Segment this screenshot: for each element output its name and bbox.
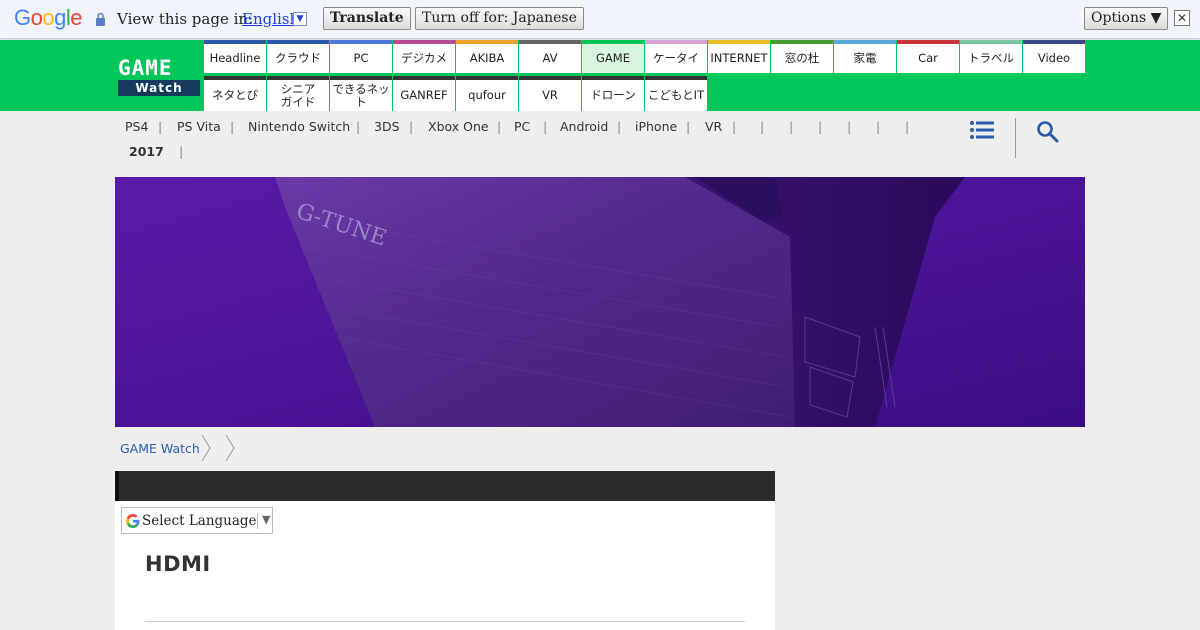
google-logo-letter: G — [14, 5, 31, 30]
site-nav: Headline クラウド PC デジカメ AKIBA AV GAME ケータイ INTERNE… — [204, 40, 1085, 111]
separator: | — [356, 119, 361, 134]
nav-item[interactable]: Video — [1023, 40, 1085, 73]
google-logo-letter: g — [54, 5, 66, 30]
nav-item[interactable]: ケータイ — [645, 40, 707, 73]
game-watch-logo[interactable]: GAME Watch — [118, 56, 200, 96]
nav-item[interactable]: ネタとぴ — [204, 76, 266, 111]
nav-item[interactable]: クラウド — [267, 40, 329, 73]
translate-bar: Google View this page in: English ▼ Tran… — [0, 0, 1200, 39]
breadcrumb-home[interactable]: GAME Watch — [120, 441, 200, 456]
translate-button[interactable]: Translate — [323, 7, 411, 30]
nav-item[interactable]: ドローン — [582, 76, 644, 111]
nav-item[interactable]: 家電 — [834, 40, 896, 73]
nav-item[interactable]: GAME — [582, 40, 644, 73]
category-link[interactable]: PC — [514, 119, 530, 134]
logo-bottom-text: Watch — [118, 80, 200, 96]
close-icon[interactable]: ✕ — [1174, 10, 1190, 26]
category-link[interactable]: Nintendo Switch — [248, 119, 350, 134]
options-button[interactable]: Options ▼ — [1084, 7, 1169, 30]
gaming-pc-image: G-TUNE — [115, 177, 1085, 427]
nav-item[interactable]: デジカメ — [393, 40, 455, 73]
article-title: HDMI — [145, 552, 211, 576]
google-logo-letter: o — [30, 5, 43, 30]
article-divider — [145, 621, 745, 622]
separator: | — [497, 119, 502, 134]
nav-item[interactable]: 窓の杜 — [771, 40, 833, 73]
turn-off-button[interactable]: Turn off for: Japanese — [415, 7, 584, 30]
nav-item[interactable]: AKIBA — [456, 40, 518, 73]
dropdown-arrow-icon: ▼ — [262, 513, 271, 526]
separator: | — [818, 119, 823, 134]
nav-item[interactable]: INTERNET — [708, 40, 770, 73]
year-link[interactable]: 2017 — [129, 144, 164, 159]
google-g-icon — [126, 514, 140, 528]
translate-prompt: View this page in: — [117, 10, 254, 28]
category-link[interactable]: PS Vita — [177, 119, 221, 134]
list-icon[interactable] — [970, 120, 994, 140]
category-link[interactable]: 3DS — [374, 119, 400, 134]
nav-item[interactable]: PC — [330, 40, 392, 73]
separator: | — [732, 119, 737, 134]
category-link[interactable]: VR — [705, 119, 722, 134]
google-logo: Google — [14, 5, 83, 31]
language-select-label: Select Language — [142, 513, 257, 529]
article-header-bar — [115, 471, 775, 501]
category-link[interactable]: PS4 — [125, 119, 148, 134]
separator: | — [543, 119, 548, 134]
search-icon[interactable] — [1036, 120, 1060, 144]
category-link[interactable]: Xbox One — [428, 119, 489, 134]
separator: | — [847, 119, 852, 134]
separator: | — [876, 119, 881, 134]
nav-item[interactable]: Car — [897, 40, 959, 73]
category-link[interactable]: Android — [560, 119, 608, 134]
category-link[interactable]: iPhone — [635, 119, 677, 134]
separator: | — [230, 119, 235, 134]
divider — [1015, 118, 1016, 158]
language-link[interactable]: English — [242, 10, 299, 28]
nav-item[interactable]: トラベル — [960, 40, 1022, 73]
nav-item[interactable]: シニア ガイド — [267, 76, 329, 111]
chevron-right-icon — [201, 434, 211, 462]
lock-icon — [96, 12, 105, 26]
language-dropdown-icon[interactable]: ▼ — [293, 12, 307, 26]
nav-item[interactable]: こどもとIT — [645, 76, 707, 111]
google-logo-letter: e — [70, 5, 83, 30]
separator: | — [158, 119, 163, 134]
separator: | — [905, 119, 910, 134]
logo-top-text: GAME — [118, 56, 200, 80]
separator: | — [617, 119, 622, 134]
chevron-right-icon — [225, 434, 235, 462]
separator: | — [409, 119, 414, 134]
nav-item[interactable]: できるネット — [330, 76, 392, 111]
hero-banner[interactable]: G-TUNE — [115, 177, 1085, 427]
select-divider — [257, 513, 258, 529]
language-select[interactable]: Select Language ▼ — [121, 507, 273, 534]
nav-item[interactable]: AV — [519, 40, 581, 73]
google-logo-letter: o — [42, 5, 55, 30]
separator: | — [789, 119, 794, 134]
nav-item[interactable]: GANREF — [393, 76, 455, 111]
separator: | — [686, 119, 691, 134]
nav-item[interactable]: Headline — [204, 40, 266, 73]
separator: | — [179, 144, 184, 159]
nav-item[interactable]: VR — [519, 76, 581, 111]
separator: | — [760, 119, 765, 134]
nav-item[interactable]: qufour — [456, 76, 518, 111]
